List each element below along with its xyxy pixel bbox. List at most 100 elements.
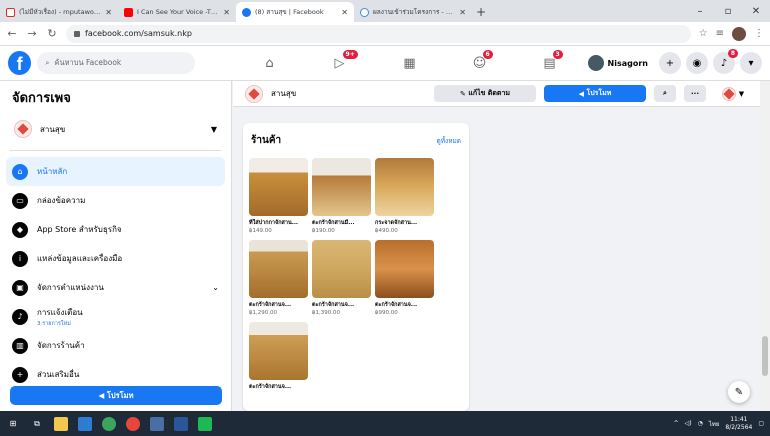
- product-name: กระจาดจักสาน...: [375, 220, 418, 226]
- star-icon[interactable]: ☆: [699, 28, 708, 39]
- create-icon[interactable]: +: [659, 52, 681, 74]
- product-price: ฿190.00: [312, 228, 335, 234]
- page-switcher-name: สานสุข: [40, 124, 66, 134]
- promote-button[interactable]: ◀ โปรโมท: [10, 386, 222, 405]
- language-indicator[interactable]: ไทย: [709, 419, 720, 429]
- promote-button-header[interactable]: ◀ โปรโมท: [544, 85, 646, 102]
- forward-icon[interactable]: →: [26, 27, 38, 40]
- edge-icon[interactable]: [102, 416, 116, 431]
- product-card[interactable]: กระจาดจักสาน... ฿490.00: [375, 158, 434, 234]
- mail-icon[interactable]: [78, 416, 92, 431]
- edit-follow-button[interactable]: ✎ แก้ไข ติดตาม: [434, 85, 536, 102]
- reload-icon[interactable]: ↻: [46, 27, 58, 40]
- sidebar-title: จัดการเพจ: [12, 91, 71, 106]
- sidebar-item-notifications[interactable]: ♪ การแจ้งเตือน 3 รายการใหม่: [6, 302, 225, 331]
- facebook-top-nav: f ⌕ ค้นหาบน Facebook ⌂ ▷ 9+ ▦ ☺ 6 ▤ 3 Ni…: [0, 46, 770, 81]
- account-menu-icon[interactable]: ▾: [740, 52, 762, 74]
- new-tab-button[interactable]: +: [472, 2, 490, 22]
- product-name: ตะกร้าจักสานจ...: [249, 302, 292, 308]
- sidebar-item-inbox[interactable]: ▭ กล่องข้อความ: [6, 186, 225, 215]
- reading-list-icon[interactable]: ≡: [716, 28, 724, 39]
- maximize-button[interactable]: ▫: [714, 0, 742, 22]
- product-card[interactable]: ตะกร้าจักสานจ... ฿990.00: [375, 240, 434, 316]
- tab-title: I Can See Your Voice -TH | EP.80: [137, 8, 219, 16]
- page-scrollbar[interactable]: [760, 81, 770, 411]
- promote-label: โปรโมท: [106, 390, 134, 400]
- line-icon[interactable]: [198, 416, 212, 431]
- task-view-icon[interactable]: ⧉: [30, 417, 44, 431]
- minimize-button[interactable]: –: [686, 0, 714, 22]
- notification-center-icon[interactable]: ▢: [758, 420, 764, 427]
- app-store-icon: ◆: [12, 221, 28, 238]
- windows-start-icon[interactable]: ⊞: [6, 417, 20, 431]
- close-icon[interactable]: ✕: [223, 8, 230, 17]
- notifications-icon[interactable]: ♪ 8: [713, 49, 738, 74]
- product-price: ฿490.00: [375, 228, 398, 234]
- product-card[interactable]: ตะกร้าจักสานจ... ฿1,290.00: [249, 240, 308, 316]
- file-explorer-icon[interactable]: [54, 416, 68, 431]
- url-field[interactable]: facebook.com/samsuk.nkp: [66, 24, 691, 43]
- watch-nav-icon[interactable]: ▷ 9+: [305, 46, 375, 81]
- sidebar-item-more[interactable]: + ส่วนเสริมอื่น: [6, 360, 225, 389]
- browser-tab-gmail[interactable]: (ไม่มีหัวเรื่อง) - rnputawong@gmail ✕: [0, 2, 118, 22]
- tray-arrow-icon[interactable]: ^: [674, 420, 679, 427]
- new-message-button[interactable]: ✎: [728, 381, 750, 403]
- more-icon: +: [12, 366, 28, 383]
- clock-date: 8/2/2564: [725, 423, 753, 431]
- volume-icon[interactable]: ◁): [685, 420, 692, 427]
- close-icon[interactable]: ✕: [341, 8, 348, 17]
- sidebar-item-shop[interactable]: ▥ จัดการร้านค้า: [6, 331, 225, 360]
- page-voice-switcher[interactable]: ▼: [714, 85, 748, 102]
- messenger-icon[interactable]: ◉: [686, 52, 708, 74]
- user-profile-chip[interactable]: Nisagorn: [585, 52, 654, 74]
- network-icon[interactable]: ◔: [698, 420, 703, 427]
- edit-follow-label: แก้ไข ติดตาม: [468, 89, 510, 97]
- close-window-button[interactable]: ✕: [742, 0, 770, 22]
- tab-title: (8) สานสุข | Facebook: [255, 8, 324, 16]
- product-card[interactable]: ที่ใส่ปากกาจักสาน... ฿149.00: [249, 158, 308, 234]
- sidebar-item-label: กล่องข้อความ: [37, 196, 86, 205]
- gmail-icon: [6, 7, 15, 17]
- product-image: [249, 158, 308, 216]
- close-icon[interactable]: ✕: [459, 8, 466, 17]
- search-placeholder: ค้นหาบน Facebook: [54, 58, 122, 67]
- back-icon[interactable]: ←: [6, 27, 18, 40]
- window-controls: – ▫ ✕: [686, 0, 770, 22]
- menu-icon[interactable]: ⋮: [754, 28, 764, 39]
- search-input[interactable]: ⌕ ค้นหาบน Facebook: [37, 52, 195, 74]
- product-card[interactable]: ตะกร้าจักสานจ... ฿1,390.00: [312, 240, 371, 316]
- browser-profile-avatar[interactable]: [732, 26, 746, 41]
- see-all-link[interactable]: ดูทั้งหมด: [437, 136, 461, 146]
- product-card[interactable]: ตะกร้าจักสานมี... ฿190.00: [312, 158, 371, 234]
- more-options-button[interactable]: ···: [684, 85, 706, 102]
- word-icon[interactable]: [174, 416, 188, 431]
- search-page-button[interactable]: ⌕: [654, 85, 676, 102]
- product-image: [312, 240, 371, 298]
- product-card[interactable]: ตะกร้าจักสานจ...: [249, 322, 308, 391]
- facebook-logo[interactable]: f: [8, 51, 32, 75]
- scrollbar-thumb[interactable]: [762, 336, 768, 376]
- tab-title: ผลงานเข้าร่วมโครงการ - ค้นหาด้วย: [373, 8, 455, 16]
- marketplace-nav-icon[interactable]: ▦: [375, 46, 445, 81]
- home-icon: ⌂: [12, 163, 28, 180]
- shop-section: ร้านค้า ดูทั้งหมด ที่ใส่ปากกาจักสาน... ฿…: [243, 123, 469, 411]
- notifications-badge: 8: [727, 49, 738, 58]
- store-icon[interactable]: [150, 416, 164, 431]
- gaming-nav-icon[interactable]: ☺ 6: [445, 46, 515, 81]
- sidebar-item-resources[interactable]: i แหล่งข้อมูลและเครื่องมือ: [6, 244, 225, 273]
- sidebar-item-app-store[interactable]: ◆ App Store สำหรับธุรกิจ: [6, 215, 225, 244]
- product-image: [375, 158, 434, 216]
- close-icon[interactable]: ✕: [105, 8, 112, 17]
- pages-nav-icon[interactable]: ▤ 3: [515, 46, 585, 81]
- page-switcher[interactable]: สานสุข ▼: [10, 116, 221, 142]
- browser-tab-google[interactable]: ผลงานเข้าร่วมโครงการ - ค้นหาด้วย ✕: [354, 2, 472, 22]
- clock[interactable]: 11:41 8/2/2564: [725, 416, 752, 430]
- browser-tab-facebook[interactable]: (8) สานสุข | Facebook ✕: [236, 2, 354, 22]
- sidebar-item-jobs[interactable]: ▣ จัดการตำแหน่งงาน ⌄: [6, 273, 225, 302]
- sidebar-item-home[interactable]: ⌂ หน้าหลัก: [6, 157, 225, 186]
- sidebar-item-label: จัดการตำแหน่งงาน: [37, 283, 104, 292]
- browser-tab-youtube[interactable]: I Can See Your Voice -TH | EP.80 ✕: [118, 2, 236, 22]
- chrome-icon[interactable]: [126, 416, 140, 431]
- home-nav-icon[interactable]: ⌂: [235, 46, 305, 81]
- system-tray: ^ ◁) ◔ ไทย 11:41 8/2/2564 ▢: [674, 416, 764, 430]
